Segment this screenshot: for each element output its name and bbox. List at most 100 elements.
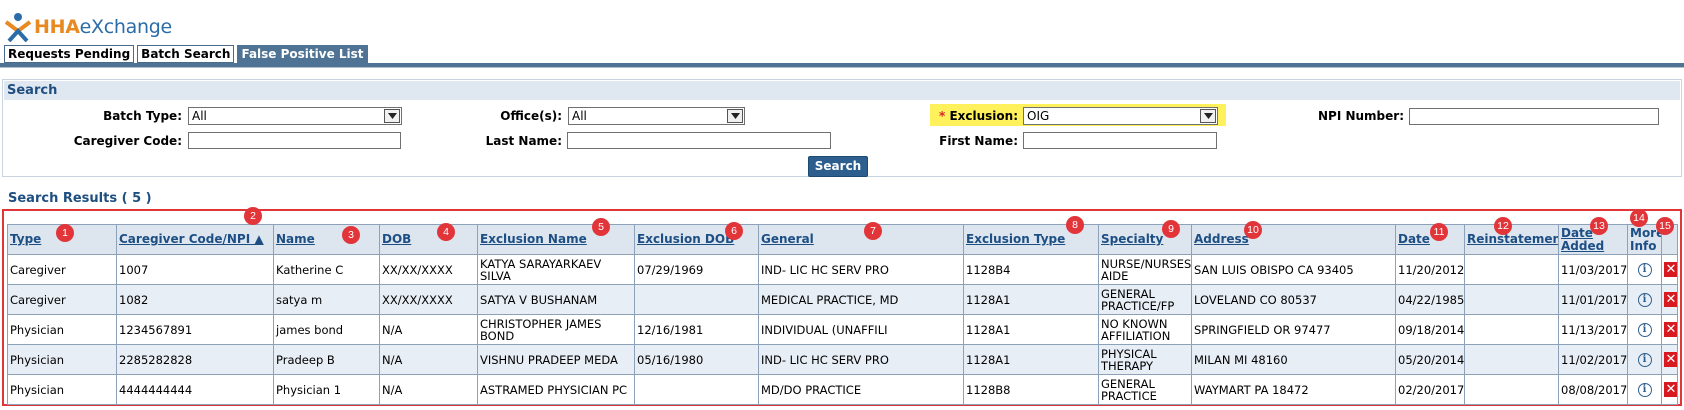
cell-exclusion-name: VISHNU PRADEEP MEDA	[477, 344, 635, 375]
cell-specialty: GENERAL PRACTICE	[1098, 374, 1192, 405]
cell-date: 02/20/2017	[1395, 374, 1465, 405]
cell-delete: ✕	[1661, 344, 1678, 375]
annotation-badge: 9	[1162, 220, 1180, 238]
tab-batch-search[interactable]: Batch Search	[137, 45, 235, 63]
cell-type: Physician	[7, 374, 117, 405]
cell-more-info: i	[1627, 284, 1662, 315]
cell-more-info: i	[1627, 314, 1662, 345]
cell-date: 04/22/1985	[1395, 284, 1465, 315]
cell-address: SPRINGFIELD OR 97477	[1191, 314, 1396, 345]
cell-delete: ✕	[1661, 314, 1678, 345]
annotation-badge: 8	[1066, 216, 1084, 234]
table-header-row: Type Caregiver Code/NPI ▲ Name DOB Exclu…	[7, 224, 1678, 255]
search-button[interactable]: Search	[808, 156, 868, 177]
annotation-badge: 15	[1656, 217, 1674, 235]
exclusion-label: * Exclusion:	[938, 109, 1018, 123]
annotation-badge: 2	[244, 207, 262, 225]
annotation-badge: 6	[725, 222, 743, 240]
col-header-address[interactable]: Address	[1191, 224, 1396, 255]
info-icon[interactable]: i	[1637, 323, 1652, 337]
delete-icon[interactable]: ✕	[1664, 292, 1677, 307]
cell-general: IND- LIC HC SERV PRO	[758, 254, 964, 285]
info-icon[interactable]: i	[1637, 293, 1652, 307]
last-name-input[interactable]	[567, 132, 831, 149]
col-header-caregiver-code-npi[interactable]: Caregiver Code/NPI ▲	[116, 224, 274, 255]
col-header-general[interactable]: General	[758, 224, 964, 255]
cell-delete: ✕	[1661, 254, 1678, 285]
col-header-reinstatement[interactable]: Reinstatement	[1464, 224, 1559, 255]
batch-type-select[interactable]: All	[188, 107, 402, 125]
cell-general: IND- LIC HC SERV PRO	[758, 344, 964, 375]
annotation-badge: 7	[864, 222, 882, 240]
cell-general: MD/DO PRACTICE	[758, 374, 964, 405]
npi-number-label: NPI Number:	[1317, 109, 1404, 123]
caregiver-code-input[interactable]	[188, 132, 401, 149]
delete-icon[interactable]: ✕	[1664, 382, 1677, 397]
info-icon[interactable]: i	[1637, 383, 1652, 397]
annotation-badge: 12	[1494, 217, 1512, 235]
cell-type: Physician	[7, 344, 117, 375]
delete-icon[interactable]: ✕	[1664, 262, 1677, 277]
cell-dob: XX/XX/XXXX	[379, 254, 478, 285]
tab-requests-pending[interactable]: Requests Pending	[4, 45, 135, 63]
info-icon[interactable]: i	[1637, 263, 1652, 277]
cell-exclusion-dob	[634, 374, 759, 405]
batch-type-value: All	[192, 109, 207, 123]
cell-date-added: 08/08/2017	[1558, 374, 1628, 405]
cell-name: james bond	[273, 314, 380, 345]
info-icon[interactable]: i	[1637, 353, 1652, 367]
cell-exclusion-type: 1128B8	[963, 374, 1099, 405]
cell-exclusion-name: ASTRAMED PHYSICIAN PC	[477, 374, 635, 405]
cell-reinstatement	[1464, 284, 1559, 315]
cell-more-info: i	[1627, 374, 1662, 405]
cell-name: satya m	[273, 284, 380, 315]
cell-address: MILAN MI 48160	[1191, 344, 1396, 375]
cell-name: Pradeep B	[273, 344, 380, 375]
tab-underline-thin	[0, 67, 1684, 68]
col-header-dob[interactable]: DOB	[379, 224, 478, 255]
cell-more-info: i	[1627, 254, 1662, 285]
exclusion-select[interactable]: OIG	[1023, 107, 1218, 125]
results-table: Type Caregiver Code/NPI ▲ Name DOB Exclu…	[7, 224, 1678, 405]
cell-caregiver-code: 1082	[116, 284, 274, 315]
cell-general: INDIVIDUAL (UNAFFILI	[758, 314, 964, 345]
offices-select[interactable]: All	[568, 107, 745, 125]
cell-exclusion-dob: 05/16/1980	[634, 344, 759, 375]
npi-number-input[interactable]	[1409, 108, 1659, 125]
annotation-badge: 5	[592, 218, 610, 236]
delete-icon[interactable]: ✕	[1664, 322, 1677, 337]
chevron-down-icon	[727, 109, 743, 123]
table-row: Physician 4444444444 Physician 1 N/A ASTRAME…	[7, 374, 1678, 405]
cell-dob: N/A	[379, 374, 478, 405]
first-name-label: First Name:	[939, 134, 1018, 148]
logo-figure-icon	[4, 13, 32, 42]
cell-delete: ✕	[1661, 284, 1678, 315]
cell-caregiver-code: 4444444444	[116, 374, 274, 405]
cell-exclusion-name: KATYA SARAYARKAEV SILVA	[477, 254, 635, 285]
cell-date: 09/18/2014	[1395, 314, 1465, 345]
search-results-title: Search Results ( 5 )	[8, 191, 152, 206]
table-row: Caregiver 1007 Katherine C XX/XX/XXXX KATYA …	[7, 254, 1678, 285]
col-header-name[interactable]: Name	[273, 224, 380, 255]
cell-exclusion-name: CHRISTOPHER JAMES BOND	[477, 314, 635, 345]
delete-icon[interactable]: ✕	[1664, 352, 1677, 367]
annotation-badge: 13	[1590, 217, 1608, 235]
first-name-input[interactable]	[1023, 132, 1217, 149]
cell-type: Physician	[7, 314, 117, 345]
cell-more-info: i	[1627, 344, 1662, 375]
cell-exclusion-type: 1128A1	[963, 344, 1099, 375]
chevron-down-icon	[384, 109, 400, 123]
hhaexchange-logo: HHAeXchange	[4, 12, 172, 42]
caregiver-code-label: Caregiver Code:	[73, 134, 182, 148]
cell-caregiver-code: 1007	[116, 254, 274, 285]
cell-dob: N/A	[379, 344, 478, 375]
offices-value: All	[572, 109, 587, 123]
cell-dob: XX/XX/XXXX	[379, 284, 478, 315]
col-header-exclusion-name[interactable]: Exclusion Name	[477, 224, 635, 255]
tab-false-positive-list[interactable]: False Positive List	[237, 45, 368, 63]
cell-date-added: 11/02/2017	[1558, 344, 1628, 375]
cell-exclusion-dob	[634, 284, 759, 315]
tab-bar: Requests Pending Batch Search False Posi…	[4, 45, 368, 63]
cell-address: LOVELAND CO 80537	[1191, 284, 1396, 315]
cell-caregiver-code: 2285282828	[116, 344, 274, 375]
